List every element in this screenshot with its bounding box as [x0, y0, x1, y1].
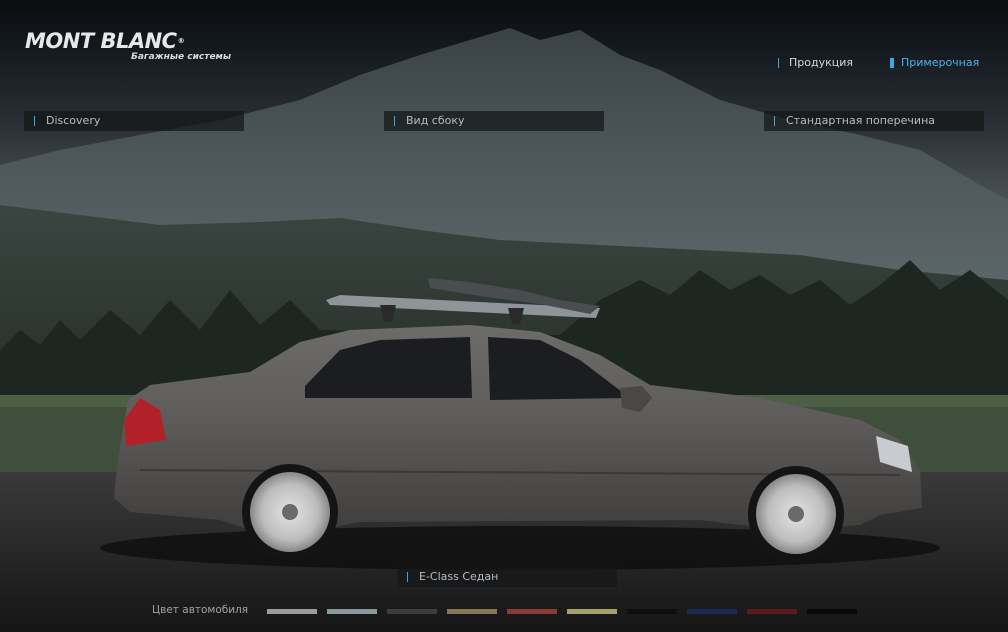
car-color-swatch[interactable] [507, 609, 557, 614]
car-color-swatch[interactable] [687, 609, 737, 614]
view-selector[interactable]: Вид сбоку [384, 111, 604, 131]
car-color-swatch[interactable] [447, 609, 497, 614]
car-color-swatch[interactable] [807, 609, 857, 614]
car-color-swatch[interactable] [567, 609, 617, 614]
car-color-label: Цвет автомобиля [152, 604, 249, 616]
model-line-selector[interactable]: Discovery [24, 111, 244, 131]
nav-fitting-room[interactable]: Примерочная [890, 56, 979, 69]
car-color-swatch[interactable] [387, 609, 437, 614]
crossbar-selector[interactable]: Стандартная поперечина [764, 111, 984, 131]
car-color-swatch[interactable] [747, 609, 797, 614]
nav-products[interactable]: Продукция [778, 56, 853, 69]
car-color-swatch[interactable] [627, 609, 677, 614]
brand-name: MONT BLANC® [25, 29, 185, 53]
brand-logo[interactable]: MONT BLANC® Багажные системы [25, 30, 231, 62]
scene-background [0, 28, 1008, 632]
car-model-selector[interactable]: E-Class Седан [397, 567, 617, 587]
car-color-swatch[interactable] [267, 609, 317, 614]
fitting-room-stage: MONT BLANC® Багажные системы Продукция П… [0, 0, 1008, 632]
car-color-swatch[interactable] [327, 609, 377, 614]
brand-tagline: Багажные системы [131, 52, 232, 62]
